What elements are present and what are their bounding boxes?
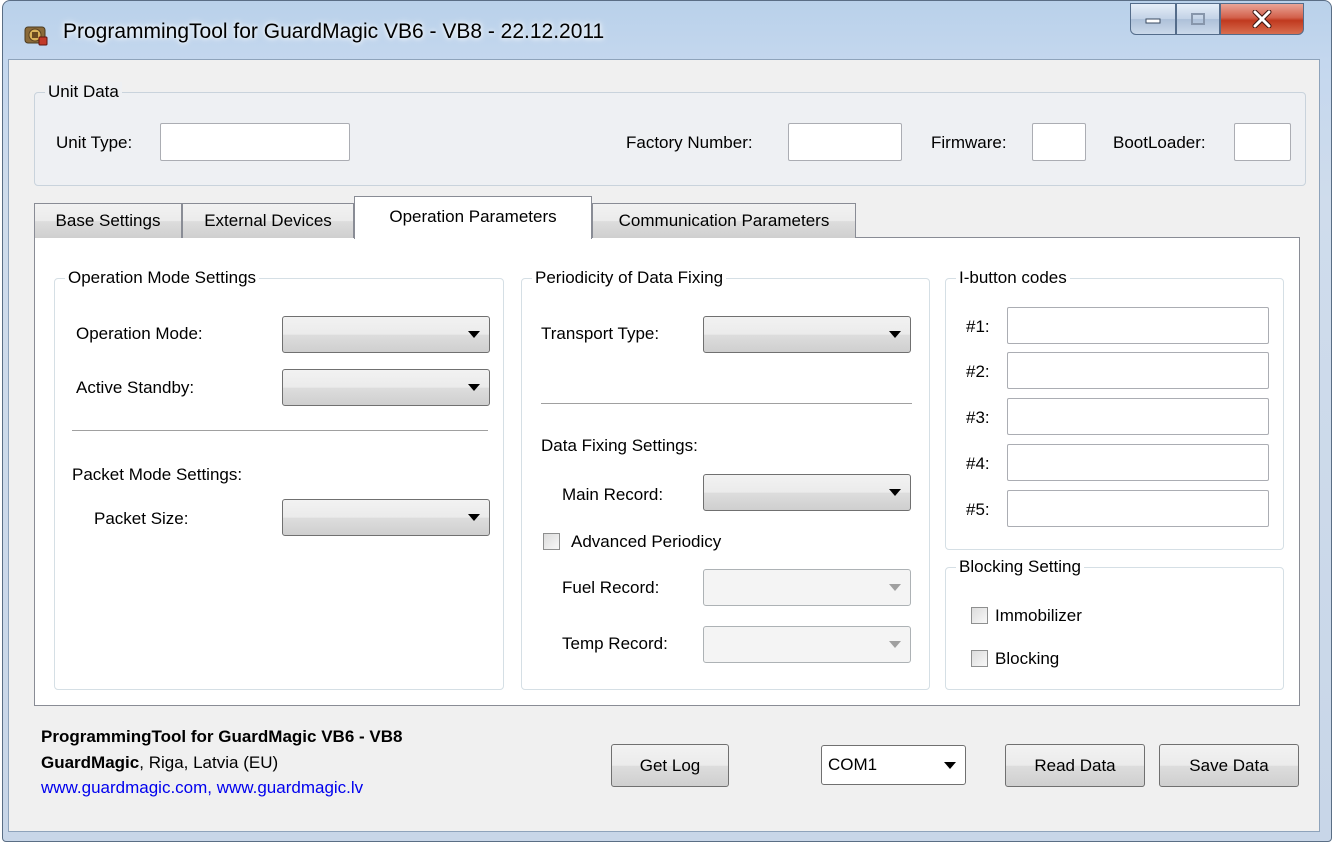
immobilizer-checkbox[interactable]: [971, 607, 988, 624]
com-port-value: COM1: [828, 755, 878, 774]
periodicity-divider: [541, 403, 912, 405]
active-standby-label: Active Standby:: [76, 378, 195, 397]
fuel-record-select[interactable]: [703, 569, 911, 606]
footer-company: GuardMagic, Riga, Latvia (EU): [41, 753, 278, 773]
chevron-down-icon: [889, 489, 901, 496]
main-record-label: Main Record:: [562, 485, 664, 504]
ibutton-code-4-field[interactable]: [1007, 444, 1269, 481]
ibutton-code-3-label: #3:: [966, 408, 990, 427]
temp-record-label: Temp Record:: [562, 634, 668, 653]
packet-size-label: Packet Size:: [94, 509, 189, 528]
tab-external-devices[interactable]: External Devices: [182, 203, 354, 238]
company-location: , Riga, Latvia (EU): [139, 753, 279, 772]
chevron-down-icon: [468, 331, 480, 338]
firmware-field[interactable]: [1032, 123, 1086, 161]
packet-size-select[interactable]: [282, 499, 490, 536]
fuel-record-label: Fuel Record:: [562, 578, 660, 597]
operation-mode-divider: [72, 430, 488, 432]
ibutton-code-5-field[interactable]: [1007, 490, 1269, 527]
ibutton-legend: I-button codes: [956, 268, 1070, 288]
bootloader-field[interactable]: [1234, 123, 1291, 161]
maximize-button[interactable]: [1176, 3, 1220, 35]
minimize-button[interactable]: [1130, 3, 1176, 35]
minimize-icon: [1145, 18, 1161, 24]
chevron-down-icon: [468, 384, 480, 391]
unit-type-field[interactable]: [160, 123, 350, 161]
firmware-label: Firmware:: [931, 133, 1007, 152]
read-data-button[interactable]: Read Data: [1005, 744, 1145, 787]
chevron-down-icon: [889, 584, 901, 591]
ibutton-code-3-field[interactable]: [1007, 398, 1269, 435]
window-title: ProgrammingTool for GuardMagic VB6 - VB8…: [63, 20, 605, 43]
tab-communication-parameters[interactable]: Communication Parameters: [592, 203, 856, 238]
tab-operation-parameters[interactable]: Operation Parameters: [354, 196, 592, 239]
factory-number-field[interactable]: [788, 123, 902, 161]
unit-data-legend: Unit Data: [45, 82, 122, 102]
footer-product-title: ProgrammingTool for GuardMagic VB6 - VB8: [41, 727, 403, 746]
operation-mode-label: Operation Mode:: [76, 324, 203, 343]
chevron-down-icon: [889, 331, 901, 338]
ibutton-code-1-field[interactable]: [1007, 307, 1269, 344]
ibutton-code-2-field[interactable]: [1007, 352, 1269, 389]
blocking-label[interactable]: Blocking: [995, 649, 1059, 669]
close-button[interactable]: [1220, 3, 1304, 35]
periodicity-legend: Periodicity of Data Fixing: [532, 268, 727, 288]
blocking-checkbox[interactable]: [971, 650, 988, 667]
app-icon: [24, 26, 48, 46]
packet-mode-heading: Packet Mode Settings:: [72, 465, 243, 484]
com-port-select[interactable]: COM1: [821, 745, 966, 785]
transport-type-select[interactable]: [703, 316, 911, 353]
temp-record-select[interactable]: [703, 626, 911, 663]
bootloader-label: BootLoader:: [1113, 133, 1206, 152]
save-data-button[interactable]: Save Data: [1159, 744, 1299, 787]
chevron-down-icon: [889, 641, 901, 648]
factory-number-label: Factory Number:: [626, 133, 753, 152]
unit-type-label: Unit Type:: [56, 133, 133, 152]
transport-type-label: Transport Type:: [541, 324, 660, 343]
ibutton-code-2-label: #2:: [966, 362, 990, 381]
main-record-select[interactable]: [703, 474, 911, 511]
ibutton-code-5-label: #5:: [966, 500, 990, 519]
blocking-legend: Blocking Setting: [956, 557, 1084, 577]
operation-mode-select[interactable]: [282, 316, 490, 353]
chevron-down-icon: [944, 762, 956, 769]
get-log-button[interactable]: Get Log: [611, 744, 729, 787]
maximize-icon: [1191, 13, 1205, 25]
ibutton-code-1-label: #1:: [966, 317, 990, 336]
immobilizer-label[interactable]: Immobilizer: [995, 606, 1082, 626]
chevron-down-icon: [468, 514, 480, 521]
active-standby-select[interactable]: [282, 369, 490, 406]
close-icon: [1252, 10, 1272, 28]
advanced-periodicy-label[interactable]: Advanced Periodicy: [571, 532, 721, 552]
footer-links[interactable]: www.guardmagic.com, www.guardmagic.lv: [41, 778, 363, 798]
data-fixing-heading: Data Fixing Settings:: [541, 436, 698, 455]
tab-base-settings[interactable]: Base Settings: [34, 203, 182, 238]
ibutton-code-4-label: #4:: [966, 454, 990, 473]
title-bar[interactable]: ProgrammingTool for GuardMagic VB6 - VB8…: [3, 1, 1331, 61]
operation-mode-legend: Operation Mode Settings: [65, 268, 260, 288]
company-name: GuardMagic: [41, 753, 140, 772]
advanced-periodicy-checkbox[interactable]: [543, 533, 560, 550]
blocking-group: Blocking Setting: [945, 557, 1284, 690]
